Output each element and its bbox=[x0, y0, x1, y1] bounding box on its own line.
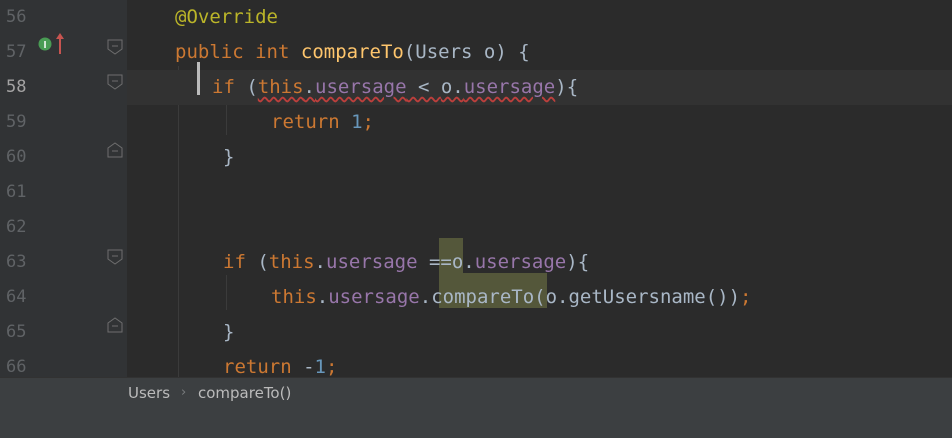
code-token: ){ bbox=[555, 76, 579, 98]
line-code: this.usersage.compareTo(o.getUsersname()… bbox=[271, 280, 752, 315]
code-line[interactable]: 58 if (this.usersage < o.usersage){ bbox=[6, 70, 952, 105]
fold-marker-icon[interactable] bbox=[106, 248, 124, 266]
code-token: } bbox=[223, 146, 235, 168]
code-token: . bbox=[316, 286, 329, 308]
code-line[interactable]: 57 public int compareTo(Users o) { bbox=[0, 35, 952, 70]
code-token: usersage bbox=[315, 76, 407, 98]
code-token: this bbox=[271, 286, 317, 308]
line-number: 60 bbox=[6, 147, 27, 167]
line-number: 61 bbox=[6, 182, 27, 202]
fold-marker-icon[interactable] bbox=[106, 38, 124, 56]
breadcrumb-item-class[interactable]: Users bbox=[128, 378, 170, 408]
line-code: } bbox=[223, 140, 234, 175]
code-token: (Users o) { bbox=[403, 41, 530, 63]
svg-text:I: I bbox=[44, 40, 47, 51]
code-token: this bbox=[268, 251, 315, 273]
code-token: == bbox=[417, 251, 452, 273]
breadcrumb-item-method[interactable]: compareTo() bbox=[198, 378, 291, 408]
code-token: } bbox=[223, 321, 235, 343]
code-token: 1 bbox=[351, 111, 363, 133]
code-token: return bbox=[223, 356, 292, 378]
code-token: . bbox=[419, 286, 432, 308]
code-token: if bbox=[223, 251, 246, 273]
code-token: usersage bbox=[463, 76, 556, 98]
line-code: return 1; bbox=[271, 105, 374, 140]
code-token: usersage bbox=[326, 251, 418, 273]
line-code: @Override bbox=[175, 0, 278, 35]
status-bar bbox=[0, 408, 952, 438]
code-token: usersage bbox=[474, 251, 567, 273]
line-number: 63 bbox=[6, 252, 27, 272]
code-line[interactable]: 64 this.usersage.compareTo(o.getUsersname… bbox=[0, 280, 952, 315]
breadcrumb-separator: › bbox=[181, 385, 187, 400]
code-line[interactable]: 59 return 1; bbox=[0, 105, 952, 140]
code-token: compareTo bbox=[300, 41, 404, 63]
code-token: @Override bbox=[175, 6, 278, 28]
code-token: compareTo bbox=[431, 286, 535, 308]
code-token: ( bbox=[245, 251, 269, 273]
fold-marker-icon[interactable] bbox=[106, 73, 124, 91]
code-token: public bbox=[175, 41, 244, 63]
code-token: ; bbox=[362, 111, 374, 133]
line-number: 64 bbox=[6, 287, 27, 307]
line-code: public int compareTo(Users o) { bbox=[175, 35, 530, 70]
code-token: ; bbox=[740, 286, 752, 308]
code-token: ){ bbox=[566, 251, 590, 273]
code-token: o. bbox=[451, 251, 475, 273]
code-line[interactable]: 63 if (this.usersage ==o.usersage){ bbox=[0, 245, 952, 280]
text-caret bbox=[197, 62, 200, 95]
implements-method-icon[interactable]: I bbox=[38, 36, 54, 52]
code-token: (o.getUsersname()) bbox=[534, 286, 741, 308]
code-line[interactable]: 65} bbox=[0, 315, 952, 350]
line-number: 65 bbox=[6, 322, 27, 342]
code-line[interactable]: 61 bbox=[0, 175, 952, 210]
code-token: - bbox=[291, 356, 315, 378]
code-token: if bbox=[212, 76, 235, 98]
code-token: o. bbox=[440, 76, 464, 98]
code-token: this bbox=[257, 76, 304, 98]
breadcrumb: Users › compareTo() bbox=[0, 377, 952, 408]
code-token: . bbox=[303, 76, 315, 98]
line-number: 56 bbox=[6, 7, 27, 27]
code-token: int bbox=[255, 41, 290, 63]
code-token: 1 bbox=[314, 356, 326, 378]
fold-end-marker-icon[interactable] bbox=[106, 141, 124, 159]
line-number: 59 bbox=[6, 112, 27, 132]
fold-end-marker-icon[interactable] bbox=[106, 316, 124, 334]
code-token: return bbox=[271, 111, 340, 133]
code-token: usersage bbox=[328, 286, 420, 308]
line-code: if (this.usersage ==o.usersage){ bbox=[223, 245, 589, 280]
line-code: } bbox=[223, 315, 234, 350]
line-code: if (this.usersage < o.usersage){ bbox=[212, 70, 578, 105]
code-token: ( bbox=[234, 76, 258, 98]
code-token: ; bbox=[325, 356, 338, 378]
overrides-arrow-icon[interactable] bbox=[55, 32, 65, 56]
code-line[interactable]: 62 bbox=[0, 210, 952, 245]
line-number: 62 bbox=[6, 217, 27, 237]
code-editor[interactable]: 56 @Override 57 public int compareTo(Users … bbox=[0, 0, 952, 378]
code-token: . bbox=[314, 251, 326, 273]
line-number: 58 bbox=[6, 77, 27, 97]
code-line[interactable]: 56 @Override bbox=[0, 0, 952, 35]
code-token: < bbox=[406, 76, 441, 98]
code-line[interactable]: 60} bbox=[0, 140, 952, 175]
